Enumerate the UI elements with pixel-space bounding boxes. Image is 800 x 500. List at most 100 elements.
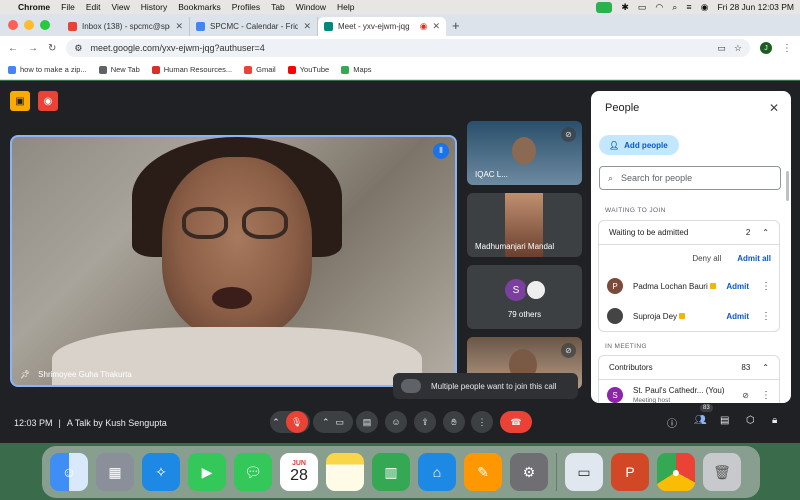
bluetooth-icon[interactable]: ✱ [621,2,629,13]
close-icon[interactable]: ✕ [303,21,311,32]
site-info-icon[interactable]: ⚙ [74,43,82,54]
more-vert-icon[interactable]: ⋮ [761,390,771,401]
keynote-icon[interactable]: ⌂ [418,453,456,491]
pages-icon[interactable]: ✎ [464,453,502,491]
close-icon[interactable]: ✕ [175,21,183,32]
chevron-up-icon[interactable]: ⌃ [272,417,280,428]
maximize-window-button[interactable] [40,20,50,30]
leave-call-button[interactable]: ☎︎ [500,411,532,433]
participant-tile[interactable]: ⊘ IQAC L... [467,121,582,185]
join-request-toast[interactable]: Multiple people want to join this call [393,373,578,399]
control-center-icon[interactable]: ≡ [686,2,691,12]
numbers-icon[interactable]: ▥ [372,453,410,491]
chevron-up-icon[interactable]: ⌃ [762,363,769,372]
menu-history[interactable]: History [141,2,167,12]
bookmark-item[interactable]: how to make a zip... [8,65,87,74]
calendar-icon[interactable]: JUN 28 [280,453,318,491]
tab-gmail[interactable]: Inbox (138) - spcmc@spcmc... ✕ [62,17,190,36]
trash-icon[interactable]: 🗑︎ [703,453,741,491]
menu-bookmarks[interactable]: Bookmarks [178,2,221,12]
camera-icon[interactable]: ▭ [336,417,345,428]
main-speaker-video[interactable]: ⦀ 📌︎ Shrimoyee Guha Thakurta [10,135,457,387]
menu-window[interactable]: Window [296,2,326,12]
activities-icon[interactable]: ⬡ [746,415,755,426]
admit-button[interactable]: Admit [726,282,749,291]
tab-calendar[interactable]: SPCMC - Calendar - Friday,... ✕ [190,17,318,36]
menu-tab[interactable]: Tab [271,2,285,12]
chevron-up-icon[interactable]: ⌃ [762,228,769,237]
tab-title: Inbox (138) - spcmc@spcmc... [82,22,170,31]
facetime-icon[interactable]: ▶ [188,453,226,491]
safari-icon[interactable]: ✧ [142,453,180,491]
reload-icon[interactable]: ↻ [48,43,56,54]
menu-edit[interactable]: Edit [86,2,101,12]
recording-icon[interactable]: ◉ [38,91,58,111]
mic-off-button[interactable]: 🎙︎ [285,411,308,433]
finder-icon[interactable]: ☺ [50,453,88,491]
host-controls-icon[interactable]: 🔒︎ [772,415,777,426]
info-icon[interactable]: ⓘ [667,415,677,430]
menu-file[interactable]: File [61,2,75,12]
settings-icon[interactable]: ⚙ [510,453,548,491]
search-icon[interactable]: ⌕ [672,2,677,13]
profile-avatar[interactable]: J [760,42,772,54]
preview-icon[interactable]: ▭ [565,453,603,491]
participant-tile[interactable]: Madhumanjari Mandal [467,193,582,257]
admit-all-button[interactable]: Admit all [737,254,771,263]
present-button[interactable]: ⇪ [414,411,436,433]
menu-view[interactable]: View [111,2,129,12]
minimize-window-button[interactable] [24,20,34,30]
back-icon[interactable]: ← [8,43,18,54]
siri-icon[interactable]: ◉ [701,2,709,13]
bookmark-item[interactable]: New Tab [98,65,140,74]
menu-help[interactable]: Help [337,2,354,12]
more-options-button[interactable]: ⋮ [471,411,493,433]
bookmark-item[interactable]: Maps [341,65,372,74]
bookmark-item[interactable]: Human Resources... [151,65,232,74]
battery-icon[interactable]: ▭ [638,2,647,13]
forward-icon[interactable]: → [28,43,38,54]
emoji-button[interactable]: ☺ [385,411,407,433]
chat-icon[interactable]: ▤ [720,415,729,426]
wifi-icon[interactable]: ◠ [655,2,663,13]
new-tab-button[interactable]: + [452,18,460,33]
screen-record-icon[interactable] [596,1,613,13]
menubar-clock[interactable]: Fri 28 Jun 12:03 PM [717,2,794,12]
search-people-input[interactable]: ⌕ Search for people [599,166,781,190]
more-vert-icon[interactable]: ⋮ [761,311,771,322]
google-icon [8,65,16,74]
address-bar[interactable]: ⚙ meet.google.com/yxv-ejwm-jqg?authuser=… [66,39,750,57]
messages-icon[interactable]: 💬︎ [234,453,272,491]
menu-profiles[interactable]: Profiles [232,2,260,12]
people-icon[interactable]: 👥︎ [694,415,707,426]
bookmark-star-icon[interactable]: ☆ [734,43,742,54]
waiting-header[interactable]: Waiting to be admitted 2 ⌃ [599,221,779,245]
close-window-button[interactable] [8,20,18,30]
close-icon[interactable]: ✕ [432,21,440,32]
notes-icon[interactable] [326,453,364,491]
captions-button[interactable]: ▤ [356,411,378,433]
menu-kebab-icon[interactable]: ⋮ [782,43,792,54]
more-vert-icon[interactable]: ⋮ [761,281,771,292]
others-tile[interactable]: S 79 others [467,265,582,329]
admit-button[interactable]: Admit [726,312,749,321]
cast-icon[interactable]: ▭ [717,43,726,54]
close-icon[interactable]: ✕ [769,101,779,115]
menu-app-name[interactable]: Chrome [18,2,50,12]
add-people-button[interactable]: 👤︎ Add people [599,135,679,155]
tab-meet[interactable]: Meet - yxv-ejwm-jqg ◉ ✕ [318,17,446,36]
chrome-icon[interactable]: ● [657,453,695,491]
contributors-header[interactable]: Contributors 83 ⌃ [599,356,779,380]
deny-all-button[interactable]: Deny all [692,254,721,263]
url-text[interactable]: meet.google.com/yxv-ejwm-jqg?authuser=4 [90,43,709,53]
activities-icon[interactable]: ▣ [10,91,30,111]
powerpoint-icon[interactable]: P [611,453,649,491]
mic-off-icon[interactable]: ⊘ [742,391,749,400]
bookmark-item[interactable]: Gmail [244,65,276,74]
scrollbar[interactable] [786,171,789,201]
bookmark-item[interactable]: YouTube [287,65,329,74]
raise-hand-button[interactable]: ✋︎ [443,411,465,433]
pin-icon[interactable]: 📌︎ [20,370,30,379]
chevron-up-icon[interactable]: ⌃ [322,417,330,428]
launchpad-icon[interactable]: ▦ [96,453,134,491]
